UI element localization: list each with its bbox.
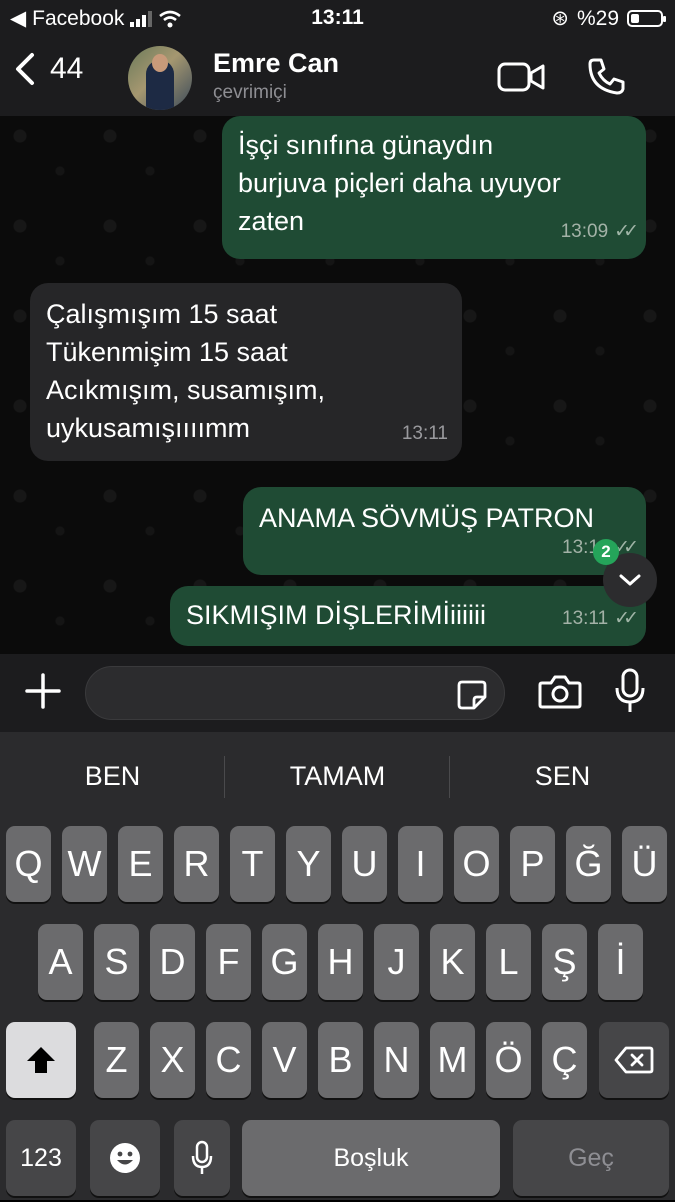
return-key[interactable]: Geç: [513, 1120, 669, 1196]
chat-header: 44 Emre Can çevrimiçi: [0, 38, 675, 116]
key[interactable]: F: [206, 924, 251, 1000]
message-line: Acıkmışım, susamışım,: [46, 375, 326, 405]
key[interactable]: G: [262, 924, 307, 1000]
message-line: İşçi sınıfına günaydın: [238, 130, 494, 160]
key[interactable]: V: [262, 1022, 307, 1098]
key[interactable]: S: [94, 924, 139, 1000]
key[interactable]: L: [486, 924, 531, 1000]
key[interactable]: N: [374, 1022, 419, 1098]
presence-status: çevrimiçi: [213, 82, 287, 103]
key[interactable]: Ü: [622, 826, 667, 902]
key[interactable]: Ç: [542, 1022, 587, 1098]
key[interactable]: X: [150, 1022, 195, 1098]
suggestion-item[interactable]: BEN: [0, 732, 225, 820]
unread-count: 44: [50, 52, 84, 85]
key[interactable]: P: [510, 826, 555, 902]
emoji-icon: [110, 1143, 140, 1173]
plus-icon[interactable]: [24, 672, 62, 710]
contact-name[interactable]: Emre Can: [213, 48, 339, 79]
message-time: 13:11: [401, 423, 448, 444]
message-input[interactable]: [102, 667, 456, 721]
message-outgoing[interactable]: SIKMIŞIM DİŞLERİMİiiiiii 13:11 ✓✓: [170, 586, 646, 646]
camera-icon[interactable]: [538, 674, 582, 710]
video-call-icon[interactable]: [497, 62, 545, 92]
avatar-head: [152, 54, 168, 72]
message-incoming[interactable]: Çalışmışım 15 saat Tükenmişim 15 saat Ac…: [30, 283, 462, 461]
chevron-down-icon: [619, 574, 641, 586]
key[interactable]: M: [430, 1022, 475, 1098]
key[interactable]: C: [206, 1022, 251, 1098]
key[interactable]: Q: [6, 826, 51, 902]
keyboard: BEN TAMAM SEN Q W E R T Y U I O P Ğ Ü A …: [0, 732, 675, 1200]
key[interactable]: Ö: [486, 1022, 531, 1098]
key[interactable]: K: [430, 924, 475, 1000]
key[interactable]: R: [174, 826, 219, 902]
key[interactable]: B: [318, 1022, 363, 1098]
message-line: Çalışmışım 15 saat: [46, 299, 278, 329]
message-meta: 13:09 ✓✓: [560, 213, 639, 251]
chat-area[interactable]: İşçi sınıfına günaydın burjuva piçleri d…: [0, 116, 675, 654]
unread-badge: 2: [593, 539, 619, 565]
read-ticks-icon: ✓✓: [614, 221, 639, 242]
message-line: Tükenmişim 15 saat: [46, 337, 288, 367]
numbers-key[interactable]: 123: [6, 1120, 76, 1196]
battery-percent: %29: [576, 6, 619, 30]
suggestion-item[interactable]: TAMAM: [225, 732, 450, 820]
key[interactable]: J: [374, 924, 419, 1000]
message-outgoing[interactable]: İşçi sınıfına günaydın burjuva piçleri d…: [222, 116, 646, 259]
avatar[interactable]: [128, 46, 192, 110]
message-time: 13:09: [560, 221, 609, 242]
emoji-key[interactable]: [90, 1120, 160, 1196]
dictation-key[interactable]: [174, 1120, 230, 1196]
suggestion-item[interactable]: SEN: [450, 732, 675, 820]
key[interactable]: Ğ: [566, 826, 611, 902]
key[interactable]: I: [398, 826, 443, 902]
shift-icon: [27, 1047, 55, 1073]
message-line: uykusamışıııımm: [46, 413, 251, 443]
shift-key[interactable]: [6, 1022, 76, 1098]
input-bar: [0, 654, 675, 732]
sticker-icon[interactable]: [456, 679, 488, 711]
key[interactable]: İ: [598, 924, 643, 1000]
battery-fill: [631, 14, 640, 23]
back-button[interactable]: 44: [14, 52, 83, 86]
back-chevron-icon: [16, 53, 34, 85]
key[interactable]: E: [118, 826, 163, 902]
suggestion-bar: BEN TAMAM SEN: [0, 732, 675, 820]
backspace-key[interactable]: [599, 1022, 669, 1098]
key[interactable]: Z: [94, 1022, 139, 1098]
message-time: 13:11: [562, 608, 609, 629]
message-line: burjuva piçleri daha uyuyor: [238, 168, 561, 198]
orientation-lock-icon: ⊛: [551, 7, 569, 30]
key[interactable]: A: [38, 924, 83, 1000]
key[interactable]: Ş: [542, 924, 587, 1000]
key[interactable]: U: [342, 826, 387, 902]
key[interactable]: O: [454, 826, 499, 902]
battery-icon: [627, 10, 666, 27]
message-meta: 13:11: [402, 415, 448, 453]
backspace-icon: [614, 1046, 654, 1074]
message-outgoing[interactable]: ANAMA SÖVMÜŞ PATRON 13:11 ✓✓: [243, 487, 646, 575]
message-field[interactable]: [85, 666, 505, 721]
microphone-icon[interactable]: [614, 668, 646, 714]
key[interactable]: D: [150, 924, 195, 1000]
key[interactable]: W: [62, 826, 107, 902]
status-right: ⊛ %29: [551, 6, 666, 31]
status-bar: ◀ Facebook 13:11 ⊛ %29: [0, 0, 675, 38]
key[interactable]: H: [318, 924, 363, 1000]
space-key[interactable]: Boşluk: [242, 1120, 500, 1196]
dictation-icon: [191, 1140, 213, 1174]
key[interactable]: T: [230, 826, 275, 902]
key[interactable]: Y: [286, 826, 331, 902]
phone-icon[interactable]: [586, 56, 626, 96]
